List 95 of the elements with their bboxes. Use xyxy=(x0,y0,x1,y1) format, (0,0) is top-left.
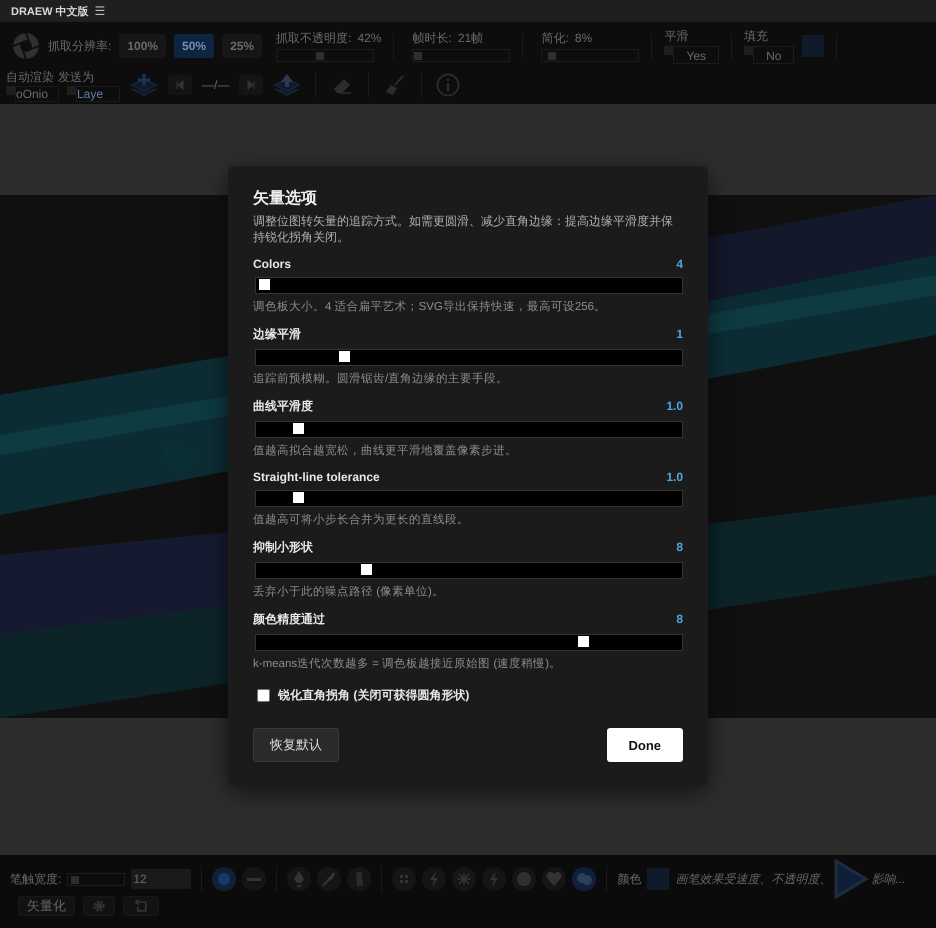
send-as-label: 发送为 xyxy=(58,68,94,86)
bolt-effect-button[interactable] xyxy=(422,867,446,891)
checkbox[interactable] xyxy=(257,689,270,702)
send-option[interactable]: Laye xyxy=(76,86,120,102)
slider-track[interactable] xyxy=(255,562,683,579)
vectorize-button[interactable]: 矢量化 xyxy=(18,896,75,916)
splat-effect-button[interactable] xyxy=(452,867,476,891)
slider-thumb[interactable] xyxy=(316,52,324,60)
setting-label: 边缘平滑 xyxy=(253,326,301,343)
done-button[interactable]: Done xyxy=(606,728,683,762)
reset-button[interactable]: 恢复默认 xyxy=(253,728,339,762)
slider-track[interactable] xyxy=(255,490,683,507)
feather-button[interactable] xyxy=(317,867,342,891)
stroke-width-slider[interactable] xyxy=(67,872,126,886)
ball-effect-button[interactable] xyxy=(512,867,536,891)
hint-text: 画笔效果受速度、不透明度、 xyxy=(675,870,832,888)
grid-effect-button[interactable] xyxy=(392,867,416,891)
toggle-label: 平滑 xyxy=(664,28,690,45)
slider-value: 8% xyxy=(574,31,592,45)
marker-button[interactable] xyxy=(347,867,372,891)
slider-track[interactable] xyxy=(541,49,640,62)
setting-help: 值越高可将小步长合并为更长的直线段。 xyxy=(253,512,470,527)
resolution-button[interactable]: 50% xyxy=(174,34,214,58)
stroke-width-label: 笔触宽度: xyxy=(10,870,62,888)
checkbox-label: 锐化直角拐角 (关闭可获得圆角形状) xyxy=(278,687,470,704)
slider-thumb[interactable] xyxy=(339,351,350,362)
resolution-button[interactable]: 25% xyxy=(222,34,262,58)
app-title: DRAEW 中文版 xyxy=(11,4,89,18)
setting-label: 抑制小形状 xyxy=(253,539,313,556)
slider-label: 抓取不透明度: xyxy=(276,30,352,47)
setting-label: Straight-line tolerance xyxy=(253,470,380,484)
slider-label: 帧时长: xyxy=(412,30,452,47)
pen-nib-button[interactable] xyxy=(287,867,312,891)
setting-label: 颜色精度通过 xyxy=(253,611,325,628)
stroke-width-field[interactable]: 12 xyxy=(131,869,192,889)
previous-frame-button[interactable] xyxy=(168,75,192,95)
toggle-label: 填充 xyxy=(744,28,770,45)
slider-thumb[interactable] xyxy=(548,52,556,60)
slider-track[interactable] xyxy=(276,49,374,62)
setting-help: 调色板大小。4 适合扁平艺术；SVG导出保持快速，最高可设256。 xyxy=(253,299,608,314)
setting-help: 值越高拟合越宽松，曲线更平滑地覆盖像素步进。 xyxy=(253,443,518,458)
dialog-title: 矢量选项 xyxy=(253,188,318,209)
slider-thumb[interactable] xyxy=(71,876,80,884)
dot-tool-button[interactable] xyxy=(212,867,236,891)
slider-thumb[interactable] xyxy=(414,52,422,60)
slider-label: 简化: xyxy=(541,30,569,47)
setting-value: 1.0 xyxy=(666,470,683,484)
slider-thumb[interactable] xyxy=(292,423,304,434)
slider-track[interactable] xyxy=(412,49,510,62)
setting-value: 8 xyxy=(676,612,683,626)
resolution-button[interactable]: 100% xyxy=(119,34,166,58)
blob-effect-button[interactable] xyxy=(542,867,566,891)
setting-value: 1 xyxy=(676,327,683,341)
auto-render-label: 自动渲染 xyxy=(6,68,54,86)
setting-label: Colors xyxy=(253,257,292,271)
slider-track[interactable] xyxy=(255,634,683,651)
rotate-button[interactable] xyxy=(123,896,159,916)
settings-button[interactable] xyxy=(83,896,115,916)
setting-value: 1.0 xyxy=(666,399,683,413)
slider-track[interactable] xyxy=(255,277,683,294)
skip-back-icon xyxy=(175,80,185,90)
menu-button[interactable]: ☰ xyxy=(92,4,108,18)
slider-thumb[interactable] xyxy=(292,492,304,503)
capture-resolution-label: 抓取分辨率: xyxy=(48,38,112,54)
play-icon[interactable] xyxy=(833,858,870,900)
toggle-value: No xyxy=(753,46,794,64)
skip-forward-icon xyxy=(246,80,256,90)
dialog-description: 调整位图转矢量的追踪方式。如需更圆滑、减少直角边缘：提高边缘平滑度并保持锐化拐角关闭。 xyxy=(253,213,674,245)
slider-thumb[interactable] xyxy=(258,279,270,290)
color-label: 颜色 xyxy=(617,870,642,888)
fill-color-swatch[interactable] xyxy=(802,35,824,57)
setting-help: 丢弃小于此的噪点路径 (像素单位)。 xyxy=(253,584,445,599)
setting-value: 4 xyxy=(676,257,683,271)
aperture-icon[interactable] xyxy=(12,32,40,60)
setting-help: k-means迭代次数越多 = 调色板越接近原始图 (速度稍慢)。 xyxy=(253,656,562,671)
next-frame-button[interactable] xyxy=(239,75,264,95)
slider-thumb[interactable] xyxy=(578,636,590,647)
brush-color-swatch[interactable] xyxy=(647,868,670,890)
slider-track[interactable] xyxy=(255,421,683,438)
info-icon[interactable] xyxy=(436,73,460,97)
line-tool-button[interactable] xyxy=(242,867,266,891)
slider-value: 21帧 xyxy=(458,30,484,47)
setting-label: 曲线平滑度 xyxy=(253,398,313,415)
bolt-effect-button[interactable] xyxy=(482,867,506,891)
hint-text: 影响... xyxy=(871,870,906,888)
frame-counter: —/— xyxy=(202,78,230,92)
settings-icon xyxy=(92,899,106,913)
slider-track[interactable] xyxy=(255,349,683,366)
cloud-effect-button[interactable] xyxy=(572,867,596,891)
setting-value: 8 xyxy=(676,540,683,554)
slider-thumb[interactable] xyxy=(360,564,372,575)
toggle-value: Yes xyxy=(673,46,720,64)
send-option[interactable]: oOnio xyxy=(15,86,59,102)
setting-help: 追踪前预模糊。圆滑锯齿/直角边缘的主要手段。 xyxy=(253,371,510,386)
slider-value: 42% xyxy=(357,31,382,45)
